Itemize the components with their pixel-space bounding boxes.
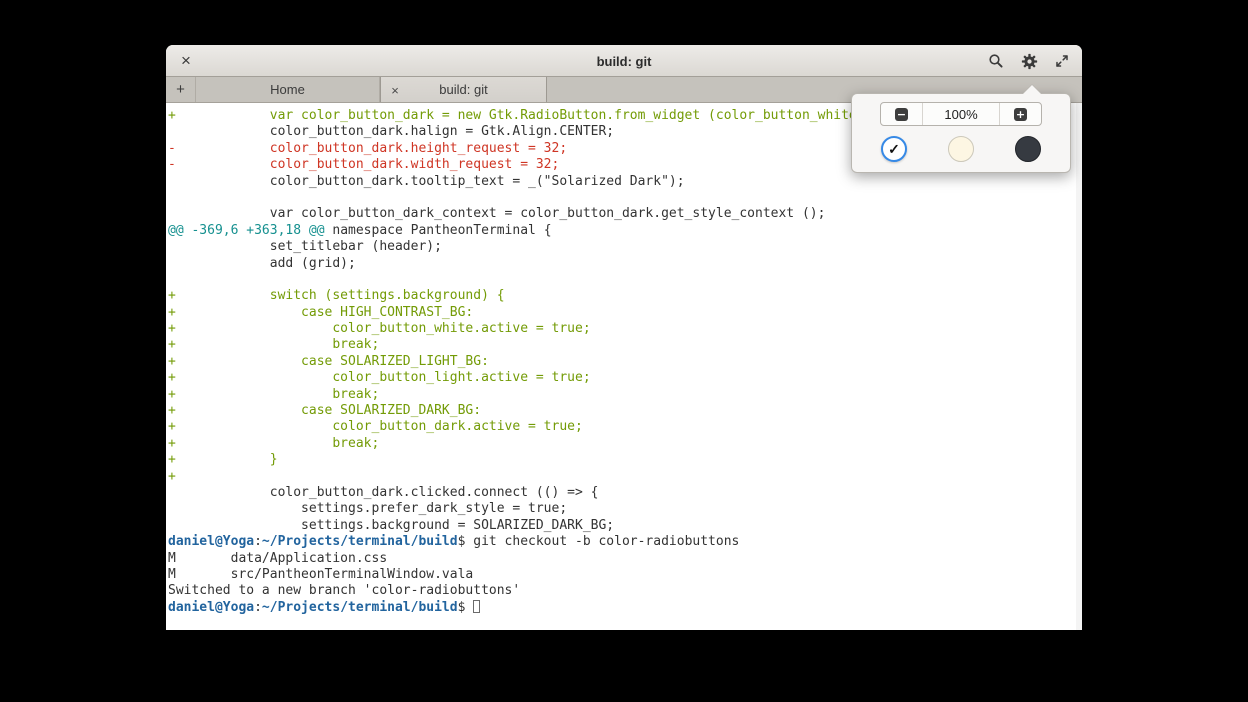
tab-label: build: git bbox=[439, 82, 487, 97]
zoom-in-button[interactable]: + bbox=[1000, 103, 1041, 125]
terminal-line: + color_button_white.active = true; bbox=[168, 321, 1082, 337]
terminal-text: add (grid); bbox=[168, 256, 356, 271]
terminal-line: color_button_dark.clicked.connect (() =>… bbox=[168, 485, 1082, 501]
window-close-button[interactable]: × bbox=[176, 45, 196, 77]
terminal-line: settings.prefer_dark_style = true; bbox=[168, 501, 1082, 517]
terminal-line: + color_button_dark.active = true; bbox=[168, 419, 1082, 435]
search-button[interactable] bbox=[986, 49, 1006, 73]
terminal-text: $ bbox=[458, 600, 474, 615]
terminal-text: namespace PantheonTerminal { bbox=[325, 223, 552, 238]
theme-row: ✓ bbox=[862, 136, 1060, 162]
terminal-line: Switched to a new branch 'color-radiobut… bbox=[168, 583, 1082, 599]
terminal-line: M src/PantheonTerminalWindow.vala bbox=[168, 567, 1082, 583]
terminal-text: + case HIGH_CONTRAST_BG: bbox=[168, 305, 473, 320]
settings-button[interactable] bbox=[1019, 49, 1039, 73]
window-title: build: git bbox=[166, 45, 1082, 77]
plus-icon: + bbox=[176, 81, 185, 98]
search-icon bbox=[988, 53, 1004, 69]
check-icon: ✓ bbox=[888, 142, 900, 156]
terminal-line: + } bbox=[168, 452, 1082, 468]
terminal-text: + break; bbox=[168, 436, 379, 451]
tab-home[interactable]: Home bbox=[196, 77, 380, 102]
terminal-line: @@ -369,6 +363,18 @@ namespace PantheonT… bbox=[168, 223, 1082, 239]
terminal-text: M src/PantheonTerminalWindow.vala bbox=[168, 567, 473, 582]
terminal-line: + switch (settings.background) { bbox=[168, 288, 1082, 304]
terminal-text: - color_button_dark.width_request = 32; bbox=[168, 157, 559, 172]
terminal-text: + bbox=[168, 469, 176, 484]
theme-radio-solarized-dark[interactable] bbox=[1015, 136, 1041, 162]
terminal-text: + switch (settings.background) { bbox=[168, 288, 505, 303]
terminal-line bbox=[168, 190, 1082, 206]
terminal-text: : bbox=[254, 534, 262, 549]
terminal-text: color_button_dark.halign = Gtk.Align.CEN… bbox=[168, 124, 614, 139]
terminal-text: color_button_dark.tooltip_text = _("Sola… bbox=[168, 174, 685, 189]
plus-icon: + bbox=[1014, 108, 1027, 121]
terminal-line: + case SOLARIZED_LIGHT_BG: bbox=[168, 354, 1082, 370]
terminal-text: + break; bbox=[168, 387, 379, 402]
terminal-text: $ git checkout -b color-radiobuttons bbox=[458, 534, 740, 549]
zoom-control: − 100% + bbox=[880, 102, 1042, 126]
terminal-line: var color_button_dark_context = color_bu… bbox=[168, 206, 1082, 222]
tab-close-icon[interactable]: × bbox=[388, 77, 402, 103]
terminal-text: Switched to a new branch 'color-radiobut… bbox=[168, 583, 520, 598]
popover-arrow bbox=[1023, 85, 1041, 94]
zoom-level[interactable]: 100% bbox=[922, 103, 1000, 125]
terminal-line: settings.background = SOLARIZED_DARK_BG; bbox=[168, 518, 1082, 534]
settings-popover: − 100% + ✓ bbox=[851, 93, 1071, 173]
terminal-line: + case SOLARIZED_DARK_BG: bbox=[168, 403, 1082, 419]
terminal-cursor bbox=[473, 600, 480, 613]
theme-radio-solarized-light[interactable] bbox=[948, 136, 974, 162]
terminal-text: settings.background = SOLARIZED_DARK_BG; bbox=[168, 518, 614, 533]
expand-icon bbox=[1054, 53, 1070, 69]
terminal-text: : bbox=[254, 600, 262, 615]
terminal-text: @@ -369,6 +363,18 @@ bbox=[168, 223, 325, 238]
terminal-line: + color_button_light.active = true; bbox=[168, 370, 1082, 386]
terminal-line bbox=[168, 272, 1082, 288]
terminal-line: daniel@Yoga:~/Projects/terminal/build$ bbox=[168, 600, 1082, 616]
terminal-text: + var color_button_dark = new Gtk.RadioB… bbox=[168, 108, 872, 123]
terminal-text: M data/Application.css bbox=[168, 551, 387, 566]
terminal-text: + color_button_light.active = true; bbox=[168, 370, 591, 385]
terminal-line: daniel@Yoga:~/Projects/terminal/build$ g… bbox=[168, 534, 1082, 550]
terminal-text: var color_button_dark_context = color_bu… bbox=[168, 206, 825, 221]
terminal-line: + break; bbox=[168, 387, 1082, 403]
terminal-text: + case SOLARIZED_DARK_BG: bbox=[168, 403, 481, 418]
terminal-text: set_titlebar (header); bbox=[168, 239, 442, 254]
terminal-text: - color_button_dark.height_request = 32; bbox=[168, 141, 567, 156]
zoom-out-button[interactable]: − bbox=[881, 103, 922, 125]
terminal-output[interactable]: + var color_button_dark = new Gtk.RadioB… bbox=[166, 103, 1082, 630]
minus-icon: − bbox=[895, 108, 908, 121]
new-tab-button[interactable]: + bbox=[166, 77, 196, 102]
terminal-line: color_button_dark.tooltip_text = _("Sola… bbox=[168, 174, 1082, 190]
terminal-text: + case SOLARIZED_LIGHT_BG: bbox=[168, 354, 489, 369]
terminal-text: daniel@Yoga bbox=[168, 534, 254, 549]
terminal-line: + break; bbox=[168, 337, 1082, 353]
gear-icon bbox=[1021, 53, 1038, 70]
terminal-line: M data/Application.css bbox=[168, 551, 1082, 567]
terminal-text: + } bbox=[168, 452, 278, 467]
terminal-text: daniel@Yoga bbox=[168, 600, 254, 615]
terminal-text: color_button_dark.clicked.connect (() =>… bbox=[168, 485, 598, 500]
terminal-line: add (grid); bbox=[168, 256, 1082, 272]
titlebar-actions bbox=[986, 45, 1072, 77]
terminal-line: set_titlebar (header); bbox=[168, 239, 1082, 255]
terminal-text: ~/Projects/terminal/build bbox=[262, 534, 458, 549]
terminal-text: + color_button_white.active = true; bbox=[168, 321, 591, 336]
terminal-text: ~/Projects/terminal/build bbox=[262, 600, 458, 615]
tab-label: Home bbox=[270, 82, 305, 97]
theme-radio-high-contrast[interactable]: ✓ bbox=[881, 136, 907, 162]
tab-build-git[interactable]: × build: git bbox=[380, 77, 547, 102]
fullscreen-button[interactable] bbox=[1052, 49, 1072, 73]
terminal-text: settings.prefer_dark_style = true; bbox=[168, 501, 567, 516]
terminal-line: + break; bbox=[168, 436, 1082, 452]
terminal-text: + break; bbox=[168, 337, 379, 352]
terminal-line: + bbox=[168, 469, 1082, 485]
titlebar: × build: git bbox=[166, 45, 1082, 77]
terminal-line: + case HIGH_CONTRAST_BG: bbox=[168, 305, 1082, 321]
terminal-text: + color_button_dark.active = true; bbox=[168, 419, 583, 434]
